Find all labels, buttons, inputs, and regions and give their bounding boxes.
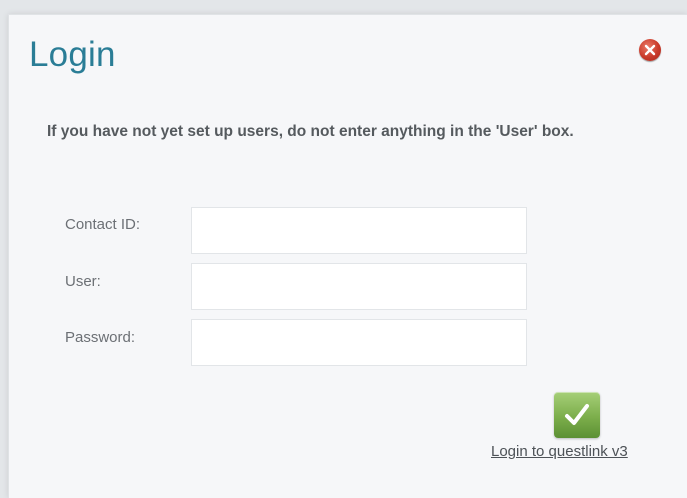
user-label: User: (65, 273, 101, 290)
password-input[interactable] (191, 319, 527, 366)
login-dialog: Login If you have not yet set up users, … (8, 14, 687, 498)
close-icon[interactable] (639, 39, 661, 61)
contact-id-input[interactable] (191, 207, 527, 254)
user-input[interactable] (191, 263, 527, 310)
checkmark-icon[interactable] (554, 392, 600, 438)
login-notice: If you have not yet set up users, do not… (47, 123, 574, 140)
dialog-title: Login (29, 35, 116, 74)
login-submit-link[interactable]: Login to questlink v3 (491, 443, 628, 460)
password-label: Password: (65, 329, 136, 346)
contact-id-label: Contact ID: (65, 216, 141, 233)
